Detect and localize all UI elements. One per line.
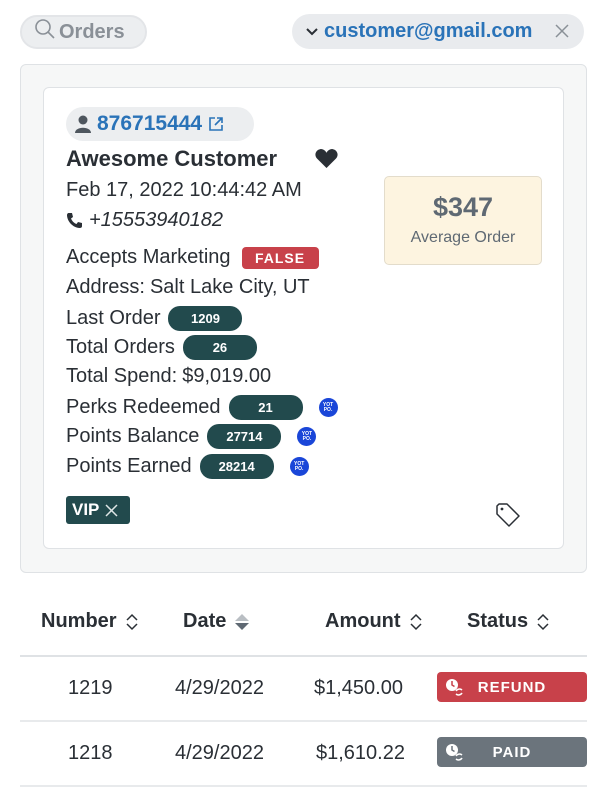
order-number[interactable]: 1219 (68, 677, 113, 700)
yotpo-icon: YOT PO. (297, 427, 317, 446)
sort-icon[interactable] (536, 612, 550, 632)
customer-id[interactable]: 876715444 (97, 112, 202, 136)
accepts-marketing-row: Accepts Marketing FALSE (66, 246, 319, 269)
total-spend-row: Total Spend: $9,019.00 (66, 365, 271, 388)
yotpo-icon: YOT PO. (318, 398, 338, 417)
column-label: Status (467, 610, 529, 632)
customer-created-date: Feb 17, 2022 10:44:42 AM (66, 179, 302, 201)
add-tag-icon[interactable] (495, 502, 521, 528)
status-badge: PAID (437, 737, 587, 767)
total-orders-badge: 26 (182, 335, 257, 360)
accepts-marketing-label: Accepts Marketing (66, 246, 231, 268)
user-icon (75, 115, 91, 133)
table-header: Number Date Amount Status (20, 596, 587, 657)
customer-panel: 876715444 Awesome Customer Feb 17, 2022 … (20, 64, 587, 573)
column-header-date[interactable]: Date (183, 610, 250, 633)
address-row: Address: Salt Lake City, UT (66, 276, 310, 299)
search-label: Orders (59, 20, 125, 43)
address-label: Address: (66, 276, 145, 298)
column-label: Date (183, 610, 227, 632)
total-spend-label: Total Spend: (66, 365, 178, 387)
column-header-number[interactable]: Number (41, 610, 139, 633)
customer-email-selector[interactable]: customer@gmail.com (292, 14, 584, 49)
chevron-down-icon[interactable] (306, 27, 318, 36)
payment-status-icon (445, 743, 463, 761)
status-badge: REFUND (437, 672, 587, 702)
points-balance-row: Points Balance 27714 YOT PO. (66, 424, 317, 449)
perks-redeemed-label: Perks Redeemed (66, 396, 221, 418)
last-order-row: Last Order 1209 (66, 306, 243, 331)
order-date: 4/29/2022 (175, 677, 264, 699)
total-orders-label: Total Orders (66, 336, 175, 358)
average-order-value: $347 (432, 192, 494, 222)
customer-email[interactable]: customer@gmail.com (324, 20, 532, 43)
points-balance-badge: 27714 (207, 424, 282, 449)
phone-icon (66, 212, 83, 229)
average-order-label: Average Order (410, 229, 516, 246)
column-header-amount[interactable]: Amount (325, 610, 423, 633)
average-order-box: $347 Average Order (384, 176, 542, 265)
status-label: REFUND (477, 678, 547, 696)
column-label: Amount (325, 610, 401, 632)
address-value: Salt Lake City, UT (149, 276, 310, 298)
accepts-marketing-badge: FALSE (241, 246, 319, 269)
column-label: Number (41, 610, 117, 632)
customer-phone: +15553940182 (89, 209, 224, 231)
orders-table: Number Date Amount Status 1219 4/29/2022 (20, 596, 587, 787)
orders-search-button[interactable]: Orders (20, 15, 147, 49)
close-icon[interactable] (552, 21, 572, 41)
status-label: PAID (492, 743, 532, 761)
column-header-status[interactable]: Status (467, 610, 550, 633)
sort-icon[interactable] (409, 612, 423, 632)
customer-card: 876715444 Awesome Customer Feb 17, 2022 … (43, 87, 564, 549)
customer-name: Awesome Customer (66, 146, 278, 171)
total-spend-value: $9,019.00 (182, 365, 272, 387)
tag-chip[interactable]: VIP (66, 496, 130, 524)
heart-icon[interactable] (315, 148, 338, 168)
perks-redeemed-row: Perks Redeemed 21 YOT PO. (66, 395, 338, 420)
table-row[interactable]: 1219 4/29/2022 $1,450.00 REFUND (20, 657, 587, 722)
customer-phone-row: +15553940182 (66, 209, 223, 232)
yotpo-icon: YOT PO. (289, 457, 309, 476)
points-balance-label: Points Balance (66, 425, 200, 447)
payment-status-icon (445, 678, 463, 696)
last-order-label: Last Order (66, 307, 161, 329)
order-date: 4/29/2022 (175, 742, 264, 764)
order-amount: $1,450.00 (314, 677, 403, 699)
remove-tag-icon[interactable] (105, 503, 118, 517)
table-row[interactable]: 1218 4/29/2022 $1,610.22 PAID (20, 722, 587, 787)
tag-label: VIP (72, 500, 100, 519)
sort-desc-icon[interactable] (234, 612, 250, 632)
order-number[interactable]: 1218 (68, 742, 113, 765)
order-amount: $1,610.22 (316, 742, 405, 764)
last-order-badge[interactable]: 1209 (168, 306, 243, 331)
total-orders-row: Total Orders 26 (66, 335, 257, 360)
search-icon (34, 18, 59, 46)
external-link-icon[interactable] (208, 116, 224, 132)
points-earned-badge: 28214 (199, 454, 274, 479)
customer-id-link[interactable]: 876715444 (66, 107, 254, 141)
points-earned-label: Points Earned (66, 455, 192, 477)
sort-icon[interactable] (125, 612, 139, 632)
points-earned-row: Points Earned 28214 YOT PO. (66, 454, 309, 479)
perks-redeemed-badge: 21 (228, 395, 303, 420)
